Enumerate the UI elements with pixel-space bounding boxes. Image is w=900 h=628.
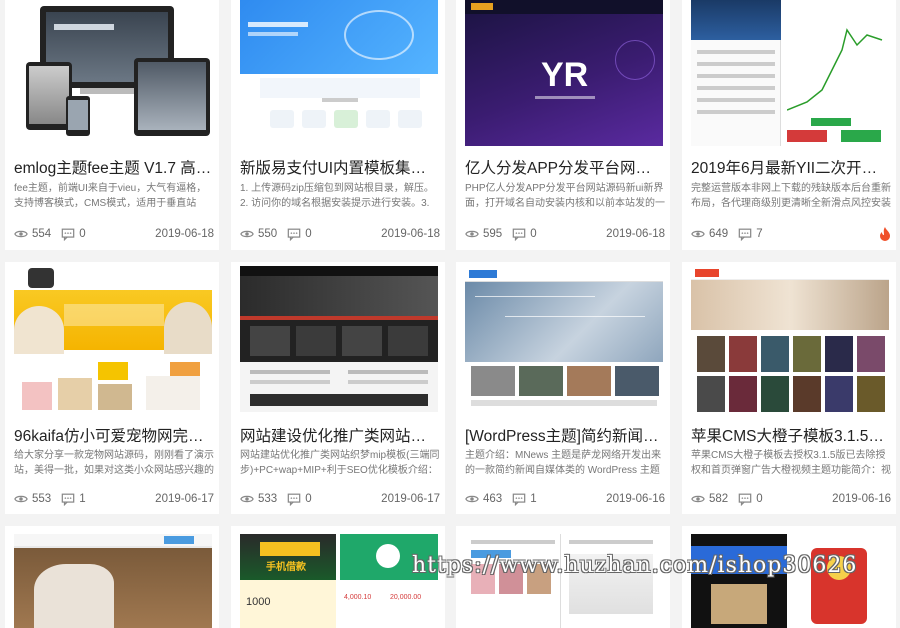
view-count: 595 [483, 228, 503, 240]
comment-icon [738, 493, 752, 506]
card-description: 完整运营版本非网上下载的残缺版本后台重新布局，各代理商级别更清晰全新滑点风控安装… [691, 183, 891, 209]
eye-icon [240, 495, 254, 503]
comment-count: 1 [530, 493, 537, 505]
card-title[interactable]: [WordPress主题]简约新闻自媒体主题 [465, 424, 665, 446]
card-meta: 553 1 2019-06-17 [14, 491, 214, 507]
comment-icon [512, 493, 526, 506]
card-meta: 550 0 2019-06-18 [240, 226, 440, 242]
comment-icon [61, 228, 75, 241]
view-count: 582 [709, 493, 729, 505]
card-title[interactable]: 苹果CMS大橙子模板3.1.5去授权版 [691, 424, 891, 446]
eye-icon [465, 230, 479, 238]
card-thumbnail[interactable] [14, 534, 212, 628]
card-thumbnail[interactable] [240, 266, 438, 412]
eye-icon [14, 230, 28, 238]
view-count: 553 [32, 493, 52, 505]
eye-icon [240, 230, 254, 238]
view-count: 649 [709, 228, 729, 240]
product-card[interactable]: 2019年6月最新YII二次开发微盘源码 完整运营版本非网上下载的残缺版本后台重… [682, 0, 896, 250]
comment-icon [61, 493, 75, 506]
card-meta: 582 0 2019-06-16 [691, 491, 891, 507]
view-count: 533 [258, 493, 278, 505]
banner-amount: 1000 [246, 596, 271, 608]
publish-date: 2019-06-17 [381, 493, 440, 505]
comment-count: 0 [79, 228, 86, 240]
publish-date: 2019-06-17 [155, 493, 214, 505]
card-description: 主题介绍：MNews 主题是萨龙网络开发出来的一款简约新闻自媒体类的 WordP… [465, 450, 662, 476]
view-count: 463 [483, 493, 503, 505]
comment-count: 0 [305, 228, 312, 240]
card-thumbnail[interactable]: YR [465, 0, 663, 146]
comment-icon [512, 228, 526, 241]
product-card[interactable]: [WordPress主题]简约新闻自媒体主题 主题介绍：MNews 主题是萨龙网… [456, 262, 670, 514]
view-count: 550 [258, 228, 278, 240]
comment-count: 0 [530, 228, 537, 240]
card-meta: 595 0 2019-06-18 [465, 226, 665, 242]
card-meta: 533 0 2019-06-17 [240, 491, 440, 507]
comment-count: 7 [756, 228, 763, 240]
card-meta: 649 7 [691, 226, 891, 242]
eye-icon [691, 230, 705, 238]
card-description: PHP亿人分发APP分发平台网站源码新ui新界面，打开域名自动安装内核和以前本站… [465, 183, 665, 209]
watermark-text: https://www.huzhan.com/ishop30626 [412, 553, 858, 578]
card-title[interactable]: 亿人分发APP分发平台网站源码下载 [465, 156, 665, 178]
card-meta: 554 0 2019-06-18 [14, 226, 214, 242]
comment-icon [287, 493, 301, 506]
card-thumbnail[interactable] [465, 266, 663, 412]
card-thumbnail[interactable]: 手机借款 1000 4,000.10 20,000.00 [240, 534, 438, 628]
product-card[interactable]: 新版易支付UI内置模板集成艾K码支付 1. 上传源码zip压缩包到网站根目录，解… [231, 0, 445, 250]
comment-count: 1 [79, 493, 86, 505]
card-thumbnail[interactable] [465, 534, 663, 628]
card-thumbnail[interactable] [691, 266, 889, 412]
product-card[interactable]: 网站建设优化推广类网站织梦mip模板 网站建站优化推广类网站织梦mip模板(三端… [231, 262, 445, 514]
chart-sketch [787, 28, 883, 111]
publish-date: 2019-06-16 [606, 493, 665, 505]
card-description: 苹果CMS大橙子模板去授权3.1.5版已去除授权和首页弹窗广告大橙视频主题功能简… [691, 450, 891, 476]
card-title[interactable]: emlog主题fee主题 V1.7 高仿vieu主题 [14, 156, 214, 178]
product-card[interactable]: 苹果CMS大橙子模板3.1.5去授权版 苹果CMS大橙子模板去授权3.1.5版已… [682, 262, 896, 514]
product-card[interactable]: 96kaifa仿小可爱宠物网完整版织梦模板 给大家分享一款宠物网站源码，刚刚看了… [5, 262, 219, 514]
view-count: 554 [32, 228, 52, 240]
card-thumbnail[interactable] [691, 0, 889, 146]
publish-date: 2019-06-18 [606, 228, 665, 240]
product-grid: emlog主题fee主题 V1.7 高仿vieu主题 fee主题，前端UI来自于… [0, 0, 900, 628]
price-right: 20,000.00 [390, 594, 422, 601]
card-title[interactable]: 96kaifa仿小可爱宠物网完整版织梦模板 [14, 424, 214, 446]
card-thumbnail[interactable] [14, 0, 212, 146]
fire-icon [880, 227, 890, 241]
comment-count: 0 [305, 493, 312, 505]
card-thumbnail[interactable] [691, 534, 889, 628]
comment-icon [287, 228, 301, 241]
eye-icon [691, 495, 705, 503]
comment-count: 0 [756, 493, 763, 505]
card-description: fee主题，前端UI来自于vieu，大气有逼格，支持博客模式，CMS模式，适用于… [14, 183, 207, 209]
card-description: 网站建站优化推广类网站织梦mip模板(三端同步)+PC+wap+MIP+利于SE… [240, 450, 440, 476]
product-card[interactable]: YR 亿人分发APP分发平台网站源码下载 PHP亿人分发APP分发平台网站源码新… [456, 0, 670, 250]
product-card[interactable] [5, 526, 219, 628]
publish-date: 2019-06-18 [155, 228, 214, 240]
card-thumbnail[interactable] [240, 0, 438, 146]
publish-date: 2019-06-18 [381, 228, 440, 240]
eye-icon [465, 495, 479, 503]
card-title[interactable]: 网站建设优化推广类网站织梦mip模板 [240, 424, 440, 446]
publish-date: 2019-06-16 [832, 493, 891, 505]
card-title[interactable]: 2019年6月最新YII二次开发微盘源码 [691, 156, 891, 178]
card-thumbnail[interactable] [14, 266, 212, 412]
product-card[interactable]: emlog主题fee主题 V1.7 高仿vieu主题 fee主题，前端UI来自于… [5, 0, 219, 250]
card-title[interactable]: 新版易支付UI内置模板集成艾K码支付 [240, 156, 440, 178]
card-description: 1. 上传源码zip压缩包到网站根目录，解压。2. 访问你的域名根据安装提示进行… [240, 183, 434, 209]
card-meta: 463 1 2019-06-16 [465, 491, 665, 507]
banner-phone-text: 手机借款 [266, 562, 306, 573]
comment-icon [738, 228, 752, 241]
eye-icon [14, 495, 28, 503]
card-description: 给大家分享一款宠物网站源码，刚刚看了演示站，美得一批，如果对这类小众网站感兴趣的… [14, 450, 214, 476]
price-left: 4,000.10 [344, 594, 372, 601]
